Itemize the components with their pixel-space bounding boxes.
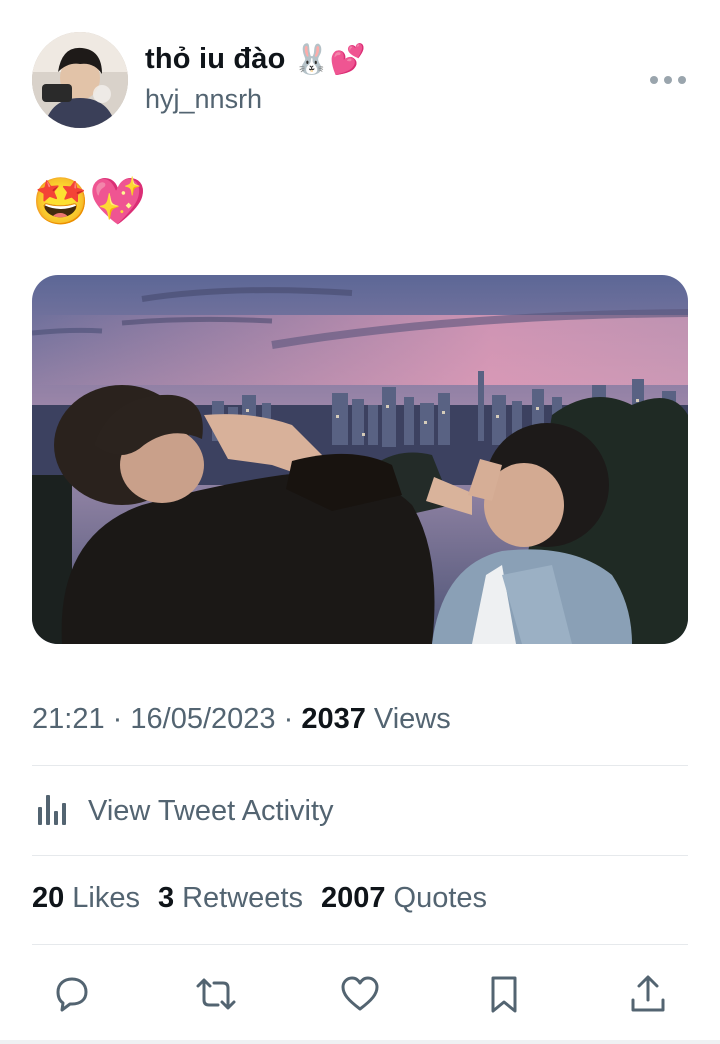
likes-count: 20: [32, 882, 65, 914]
reply-icon[interactable]: [44, 966, 100, 1022]
share-icon[interactable]: [620, 966, 676, 1022]
quotes-stat[interactable]: 2007 Quotes: [321, 882, 487, 915]
retweets-stat[interactable]: 3 Retweets: [158, 882, 303, 915]
tweet-detail: thỏ iu đào 🐰💕 hyj_nnsrh 🤩💖 21:21 · 16/05…: [0, 0, 720, 1044]
view-tweet-activity-label: View Tweet Activity: [88, 794, 334, 827]
tweet-photo[interactable]: [32, 275, 688, 644]
tweet-date[interactable]: 16/05/2023: [130, 703, 275, 735]
bottom-divider: [0, 1040, 720, 1044]
bookmark-icon[interactable]: [476, 966, 532, 1022]
dot: [664, 76, 672, 84]
retweet-icon[interactable]: [188, 966, 244, 1022]
user-handle[interactable]: hyj_nnsrh: [145, 84, 262, 115]
tweet-text: 🤩💖: [32, 174, 147, 228]
avatar[interactable]: [32, 32, 128, 128]
display-name-text: thỏ iu đào: [145, 43, 286, 75]
display-name[interactable]: thỏ iu đào 🐰💕: [145, 42, 366, 77]
views-count: 2037: [301, 703, 366, 735]
engagement-stats: 20 Likes 3 Retweets 2007 Quotes: [32, 882, 487, 915]
quotes-count: 2007: [321, 882, 386, 914]
divider: [32, 765, 688, 766]
more-icon[interactable]: [646, 68, 690, 92]
tweet-meta: 21:21 · 16/05/2023 · 2037 Views: [32, 703, 451, 736]
likes-label: Likes: [72, 882, 140, 914]
separator: ·: [283, 703, 294, 735]
dot: [650, 76, 658, 84]
dot: [678, 76, 686, 84]
retweets-label: Retweets: [182, 882, 303, 914]
quotes-label: Quotes: [393, 882, 488, 914]
divider: [32, 855, 688, 856]
divider: [32, 944, 688, 945]
action-bar: [32, 966, 688, 1022]
view-tweet-activity-button[interactable]: View Tweet Activity: [32, 784, 334, 838]
views-label: Views: [373, 703, 451, 735]
separator: ·: [112, 703, 123, 735]
bar-chart-icon: [32, 789, 72, 834]
name-emoji: 🐰💕: [293, 42, 367, 76]
heart-icon[interactable]: [332, 966, 388, 1022]
retweets-count: 3: [157, 882, 175, 914]
tweet-time[interactable]: 21:21: [32, 703, 105, 735]
tweet-emojis: 🤩💖: [32, 174, 147, 228]
likes-stat[interactable]: 20 Likes: [32, 882, 140, 915]
